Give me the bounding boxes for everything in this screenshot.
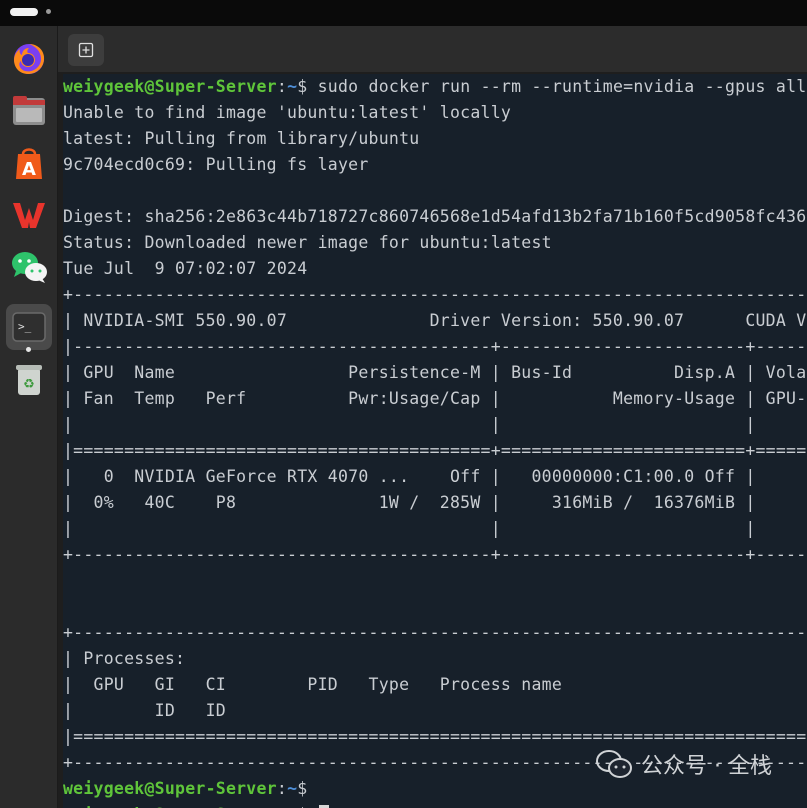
- output-line: | 0 NVIDIA GeForce RTX 4070 ... Off | 00…: [63, 467, 756, 486]
- output-line: |---------------------------------------…: [63, 337, 807, 356]
- svg-text:♻: ♻: [23, 377, 35, 392]
- prompt-path: ~: [287, 779, 298, 798]
- terminal-titlebar: [58, 26, 807, 72]
- output-line: |=======================================…: [63, 441, 807, 460]
- output-line: | NVIDIA-SMI 550.90.07 Driver Version: 5…: [63, 311, 807, 330]
- prompt-symbol: $: [297, 77, 308, 96]
- terminal-lines: weiygeek@Super-Server:~$ sudo docker run…: [63, 74, 807, 808]
- top-bar: [0, 0, 807, 26]
- wechat-icon[interactable]: [10, 248, 48, 286]
- app-center-icon[interactable]: A: [10, 144, 48, 182]
- output-line: +---------------------------------------…: [63, 623, 807, 642]
- text-cursor: [318, 804, 329, 808]
- output-line: | | |: [63, 519, 756, 538]
- prompt-separator: :: [276, 779, 288, 798]
- output-line: Status: Downloaded newer image for ubunt…: [63, 233, 552, 252]
- terminal-window: weiygeek@Super-Server:~$ sudo docker run…: [58, 26, 807, 808]
- wps-office-icon[interactable]: [10, 196, 48, 234]
- files-icon[interactable]: [10, 92, 48, 130]
- output-line: Digest: sha256:2e863c44b718727c860746568…: [63, 207, 807, 226]
- watermark: 公众号 · 全栈: [595, 748, 772, 780]
- output-line: |=======================================…: [63, 727, 807, 746]
- prompt-user-host: weiygeek@Super-Server: [63, 779, 277, 798]
- wechat-official-account-icon: [596, 750, 632, 778]
- firefox-icon[interactable]: [10, 40, 48, 78]
- command-text: sudo docker run --rm --runtime=nvidia --…: [307, 77, 807, 96]
- running-indicator: [26, 347, 31, 352]
- svg-text:A: A: [22, 159, 36, 180]
- output-line: | ID ID: [63, 701, 226, 720]
- dock: A >_ ♻: [0, 26, 58, 808]
- output-line: +---------------------------------------…: [63, 545, 807, 564]
- activities-indicator[interactable]: [10, 8, 38, 16]
- prompt-line: weiygeek@Super-Server:~$: [63, 802, 807, 808]
- output-line: | | |: [63, 415, 756, 434]
- workspace-dot: [46, 9, 51, 14]
- output-line: | Fan Temp Perf Pwr:Usage/Cap | Memory-U…: [63, 389, 807, 408]
- terminal-icon[interactable]: >_: [6, 304, 52, 350]
- output-line: | GPU GI CI PID Type Process name: [63, 675, 563, 694]
- prompt-separator: :: [276, 77, 288, 96]
- trash-icon[interactable]: ♻: [10, 360, 48, 398]
- new-tab-button[interactable]: [68, 34, 104, 66]
- output-line: 9c704ecd0c69: Pulling fs layer: [63, 155, 369, 174]
- output-line: | GPU Name Persistence-M | Bus-Id Disp.A…: [63, 363, 807, 382]
- prompt-symbol: $: [297, 779, 308, 798]
- terminal-output[interactable]: weiygeek@Super-Server:~$ sudo docker run…: [63, 74, 807, 808]
- output-line: | Processes:: [63, 649, 186, 668]
- new-tab-icon: [78, 42, 94, 58]
- output-line: | 0% 40C P8 1W / 285W | 316MiB / 16376Mi…: [63, 493, 807, 512]
- prompt-line: weiygeek@Super-Server:~$ sudo docker run…: [63, 74, 807, 100]
- svg-text:>_: >_: [18, 320, 32, 333]
- output-line: latest: Pulling from library/ubuntu: [63, 129, 420, 148]
- watermark-text: 公众号 · 全栈: [641, 754, 772, 779]
- output-line: Unable to find image 'ubuntu:latest' loc…: [63, 103, 512, 122]
- prompt-path: ~: [287, 77, 298, 96]
- prompt-user-host: weiygeek@Super-Server: [63, 77, 277, 96]
- output-line: +---------------------------------------…: [63, 285, 807, 304]
- output-line: Tue Jul 9 07:02:07 2024: [63, 259, 308, 278]
